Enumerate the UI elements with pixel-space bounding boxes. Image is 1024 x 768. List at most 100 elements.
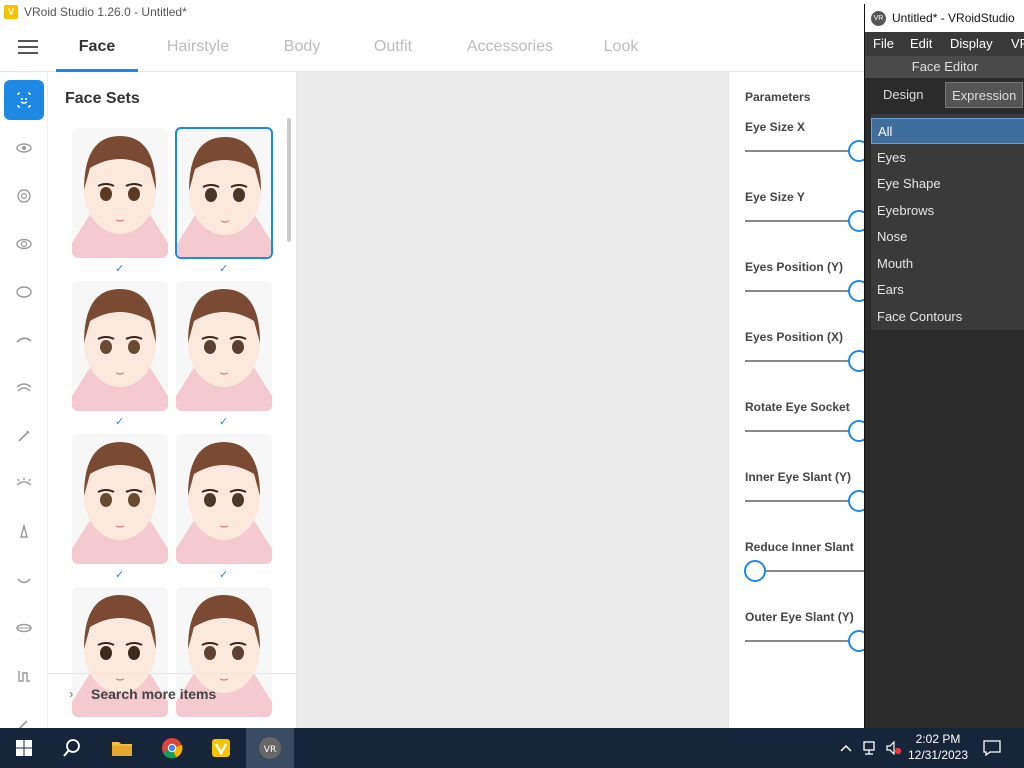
vroid-studio-running-icon[interactable]: VR xyxy=(246,728,294,768)
tab-accessories[interactable]: Accessories xyxy=(456,24,564,72)
face-set-card[interactable] xyxy=(72,434,168,564)
vroid-logo-icon: V xyxy=(4,5,18,19)
face-part-item[interactable]: Eyes xyxy=(871,145,1024,171)
face-part-item[interactable]: All xyxy=(871,118,1024,144)
svg-text:VR: VR xyxy=(264,745,276,755)
face-thumbnail xyxy=(72,136,168,258)
face-preset-icon[interactable] xyxy=(4,80,44,120)
menu-file[interactable]: File xyxy=(873,36,894,51)
face-part-item[interactable]: Mouth xyxy=(871,251,1024,277)
face-set-card[interactable] xyxy=(176,434,272,564)
eye-icon[interactable] xyxy=(4,128,44,168)
tab-body[interactable]: Body xyxy=(268,24,336,72)
face-part-item[interactable]: Nose xyxy=(871,224,1024,250)
parameter-label: Eyes Position (X) xyxy=(745,330,844,344)
face-thumbnail xyxy=(177,137,271,257)
window-title: VRoid Studio 1.26.0 - Untitled* xyxy=(24,5,187,19)
panel-title: Face Sets xyxy=(65,90,140,107)
eyeliner-icon[interactable] xyxy=(4,416,44,456)
parameter-label: Eyes Position (Y) xyxy=(745,260,844,274)
parameter-slider-track[interactable] xyxy=(745,290,865,292)
face-thumbnail xyxy=(176,289,272,411)
face-editor-window-title: Untitled* - VRoidStudio xyxy=(892,11,1015,25)
category-icon-rail xyxy=(0,72,48,730)
mouth-icon[interactable] xyxy=(4,560,44,600)
checkmark-icon: ✓ xyxy=(219,569,229,581)
network-icon[interactable] xyxy=(860,728,882,768)
face-sets-scrollbar[interactable] xyxy=(287,118,291,242)
checkmark-icon: ✓ xyxy=(115,263,125,275)
parameter-label: Rotate Eye Socket xyxy=(745,400,850,414)
nose-icon[interactable] xyxy=(4,512,44,552)
parameter-slider-track[interactable] xyxy=(745,430,865,432)
lips-icon[interactable] xyxy=(4,608,44,648)
checkmark-icon: ✓ xyxy=(219,416,229,428)
eyelid-icon[interactable] xyxy=(4,464,44,504)
face-editor-window: VR Untitled* - VRoidStudio File Edit Dis… xyxy=(864,4,1024,728)
hamburger-menu-icon[interactable] xyxy=(18,40,38,56)
parameter-slider-track[interactable] xyxy=(745,640,865,642)
face-editor-menubar: File Edit Display VR xyxy=(865,32,1024,56)
face-thumbnail xyxy=(176,442,272,564)
eye-highlight-icon[interactable] xyxy=(4,224,44,264)
parameter-slider-track[interactable] xyxy=(745,500,865,502)
parameter-label: Eye Size X xyxy=(745,120,806,134)
menu-display[interactable]: Display xyxy=(950,36,993,51)
search-icon[interactable] xyxy=(48,728,96,768)
chevron-up-icon[interactable] xyxy=(836,728,856,768)
face-set-card[interactable] xyxy=(72,281,168,411)
face-thumbnail xyxy=(72,289,168,411)
face-thumbnail xyxy=(72,442,168,564)
face-set-card[interactable] xyxy=(176,281,272,411)
system-clock[interactable]: 2:02 PM 12/31/2023 xyxy=(900,731,976,763)
model-viewport[interactable] xyxy=(297,72,728,728)
tab-expression[interactable]: Expression xyxy=(945,82,1024,108)
checkmark-icon: ✓ xyxy=(219,263,229,275)
checkmark-icon: ✓ xyxy=(115,416,125,428)
parameters-title: Parameters xyxy=(745,90,811,104)
clock-time: 2:02 PM xyxy=(915,732,961,746)
vroid-app-icon: VR xyxy=(871,10,886,26)
checkmark-icon: ✓ xyxy=(115,569,125,581)
vroid-taskbar-icon[interactable] xyxy=(197,728,245,768)
tab-face[interactable]: Face xyxy=(56,24,138,72)
face-part-item[interactable]: Eye Shape xyxy=(871,171,1024,197)
face-part-list: All Eyes Eye Shape Eyebrows Nose Mouth Ears Fac… xyxy=(871,114,1024,330)
windows-start-icon[interactable] xyxy=(0,728,48,768)
chrome-icon[interactable] xyxy=(148,728,196,768)
parameter-label: Outer Eye Slant (Y) xyxy=(745,610,854,624)
file-explorer-icon[interactable] xyxy=(98,728,146,768)
face-editor-tabs: Design Expression xyxy=(865,82,1024,112)
tab-outfit[interactable]: Outfit xyxy=(358,24,428,72)
search-more-items[interactable]: › Search more items xyxy=(49,673,297,715)
parameter-label: Inner Eye Slant (Y) xyxy=(745,470,852,484)
iris-icon[interactable] xyxy=(4,176,44,216)
eyebrow-icon[interactable] xyxy=(4,320,44,360)
parameter-slider-track[interactable] xyxy=(745,220,865,222)
teeth-icon[interactable] xyxy=(4,656,44,696)
face-editor-titlebar: VR Untitled* - VRoidStudio xyxy=(865,4,1024,32)
app-title-bar: V VRoid Studio 1.26.0 - Untitled* xyxy=(0,0,864,24)
face-part-item[interactable]: Face Contours xyxy=(871,304,1024,330)
chevron-right-icon: › xyxy=(69,686,74,701)
face-part-item[interactable]: Ears xyxy=(871,277,1024,303)
menu-edit[interactable]: Edit xyxy=(910,36,932,51)
parameters-panel: Parameters Eye Size X Eye Size Y Eyes Posi… xyxy=(728,72,870,728)
face-set-card[interactable] xyxy=(175,127,273,259)
notification-icon[interactable] xyxy=(980,728,1004,768)
face-part-item[interactable]: Eyebrows xyxy=(871,198,1024,224)
face-set-card[interactable] xyxy=(72,128,168,258)
parameter-label: Eye Size Y xyxy=(745,190,805,204)
face-editor-header: Face Editor xyxy=(865,56,1024,78)
parameter-slider-track[interactable] xyxy=(745,150,865,152)
eyelash-icon[interactable] xyxy=(4,368,44,408)
eye-white-icon[interactable] xyxy=(4,272,44,312)
tab-design[interactable]: Design xyxy=(877,82,929,108)
search-more-label: Search more items xyxy=(91,686,217,702)
parameter-label: Reduce Inner Slant xyxy=(745,540,854,554)
menu-vr[interactable]: VR xyxy=(1011,36,1024,51)
parameter-slider-knob[interactable] xyxy=(744,560,766,582)
tab-look[interactable]: Look xyxy=(592,24,650,72)
parameter-slider-track[interactable] xyxy=(745,360,865,362)
tab-hairstyle[interactable]: Hairstyle xyxy=(150,24,246,72)
